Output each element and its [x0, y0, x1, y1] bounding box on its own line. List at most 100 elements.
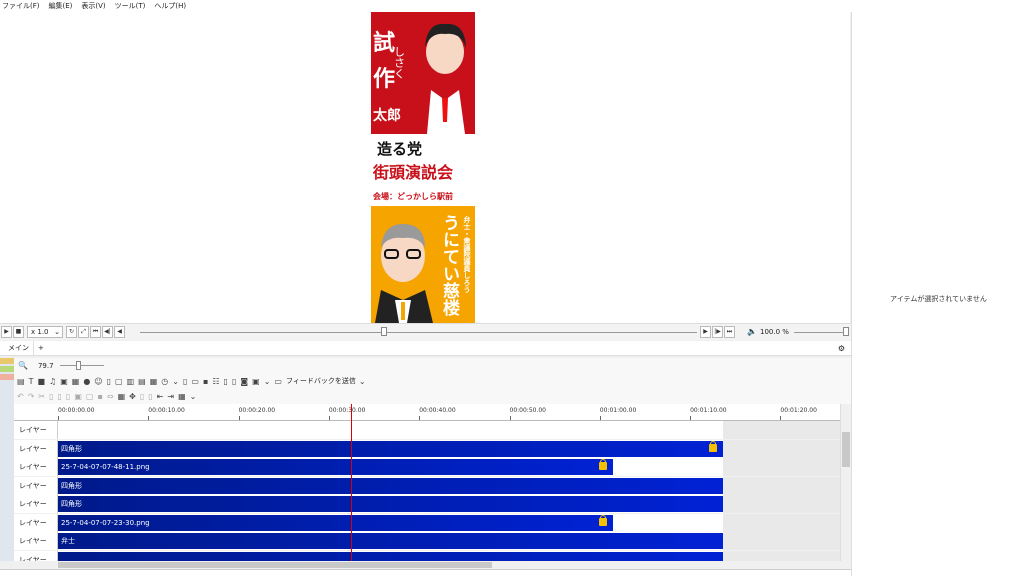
chevron-down-icon[interactable]: ⌄	[190, 392, 197, 401]
save-icon[interactable]: ▪	[203, 377, 208, 386]
paste-icon[interactable]: ▯	[232, 377, 236, 386]
layer-label[interactable]: レイヤー 03	[14, 476, 58, 508]
ruler-tick-label: 00:01:20.00	[780, 407, 817, 414]
fullscreen-icon[interactable]: ⤢	[78, 326, 89, 338]
chevron-down-icon[interactable]: ⌄	[359, 377, 366, 386]
seek-track[interactable]	[140, 332, 697, 333]
ungroup-icon[interactable]: ▢	[86, 392, 94, 401]
vertical-scroll-thumb[interactable]	[842, 432, 850, 467]
horizontal-scrollbar[interactable]	[14, 561, 840, 569]
move-icon[interactable]: ⇔	[107, 392, 114, 401]
menu-tools[interactable]: ツール(T)	[115, 1, 146, 11]
settings-sliders-icon[interactable]: ☷	[212, 377, 219, 386]
folder-icon[interactable]: ▭	[191, 377, 199, 386]
step-back-button[interactable]: ◀	[114, 326, 125, 338]
gear-icon[interactable]: ⚙	[838, 344, 845, 353]
cut-icon[interactable]: ✂	[38, 392, 45, 401]
grid-icon[interactable]: ▦	[150, 377, 158, 386]
redo-icon[interactable]: ↷	[28, 392, 35, 401]
gallery-icon[interactable]: ▥	[127, 377, 135, 386]
step-back-frame-button[interactable]: ◀|	[102, 326, 113, 338]
group-icon[interactable]: ▣	[74, 392, 82, 401]
timeline-clip[interactable]: 25-7-04-07-07-23-30.png	[58, 514, 614, 531]
add-tab-button[interactable]: +	[34, 341, 48, 356]
qr-icon[interactable]: ▦	[72, 377, 80, 386]
undo-icon[interactable]: ↶	[17, 392, 24, 401]
copy-icon[interactable]: ▯	[224, 377, 228, 386]
timeline-clip[interactable]: 四角形	[58, 440, 723, 457]
lock-icon[interactable]: ▪	[97, 392, 102, 401]
layer-label[interactable]: レイヤー 00	[14, 421, 58, 452]
playback-speed-select[interactable]: x 1.0 ⌄	[27, 326, 63, 338]
grid-view-icon[interactable]: ▦	[178, 392, 186, 401]
delete-icon[interactable]: ▯	[66, 392, 70, 401]
stop-button[interactable]: ■	[13, 326, 24, 338]
step-forward-frame-button[interactable]: |▶	[712, 326, 723, 338]
layer-label[interactable]: レイヤー 07	[14, 550, 58, 561]
skip-end-button[interactable]: ⏭	[724, 326, 735, 338]
photo-icon[interactable]: ▣	[252, 377, 260, 386]
timeline-clip[interactable]: 25-7-04-07-07-48-11.png	[58, 459, 614, 475]
trash-icon[interactable]: ▯	[140, 392, 144, 401]
chevron-down-icon[interactable]: ⌄	[264, 377, 271, 386]
layer-label[interactable]: レイヤー 05	[14, 513, 58, 545]
lock-icon[interactable]	[599, 459, 608, 470]
timeline-zoom-row: 🔍 79.7	[14, 358, 851, 373]
dropdown-arrow-icon[interactable]: ⌄	[172, 377, 179, 386]
vertical-scrollbar[interactable]	[840, 404, 851, 561]
timeline-zoom-thumb[interactable]	[75, 361, 81, 370]
timeline-clip[interactable]	[58, 551, 723, 561]
timeline-clip[interactable]: 弁士	[58, 533, 723, 549]
layout-icon[interactable]: ▤	[138, 377, 146, 386]
timeline-ruler[interactable]: 00:00:00.00 00:00:10.00 00:00:20.00 00:00:3…	[14, 404, 840, 421]
seek-thumb[interactable]	[381, 327, 387, 336]
layer-track-area[interactable]	[58, 421, 723, 439]
step-forward-button[interactable]: ▶	[700, 326, 711, 338]
video-icon[interactable]: ■	[37, 377, 45, 386]
horizontal-scroll-thumb[interactable]	[58, 562, 492, 568]
align-icon[interactable]: ✥	[129, 392, 136, 401]
face-icon[interactable]: ☺	[94, 377, 102, 386]
file-icon[interactable]: ▯	[183, 377, 187, 386]
document-icon[interactable]: ▯	[107, 377, 111, 386]
split-icon[interactable]: ▯	[148, 392, 152, 401]
lock-icon[interactable]	[599, 514, 608, 526]
tab-main[interactable]: メイン	[0, 340, 34, 356]
text-icon[interactable]: T	[29, 377, 34, 386]
person-icon[interactable]: ●	[83, 377, 90, 386]
poster-preview: 試 作 しさく 太郎 弁士 造る党 街頭演説会 会場：どっかしら駅前 うにてい慈…	[371, 12, 475, 323]
timeline-zoom-slider[interactable]	[59, 361, 104, 370]
comment-icon[interactable]: ▤	[17, 377, 25, 386]
frame-icon[interactable]: ▢	[115, 377, 123, 386]
lock-icon[interactable]	[709, 440, 717, 452]
jump-start-icon[interactable]: ⇤	[157, 392, 164, 401]
clock-icon[interactable]: ◷	[161, 377, 168, 386]
menu-view[interactable]: 表示(V)	[81, 1, 105, 11]
grid-icon[interactable]: ▦	[118, 392, 126, 401]
layer-label[interactable]: レイヤー 01	[14, 439, 58, 471]
timeline-clip[interactable]: 四角形	[58, 496, 723, 512]
preview-canvas[interactable]: 試 作 しさく 太郎 弁士 造る党 街頭演説会 会場：どっかしら駅前 うにてい慈…	[0, 12, 850, 323]
menu-edit[interactable]: 編集(E)	[49, 1, 73, 11]
loop-icon[interactable]: ↻	[66, 326, 77, 338]
menu-help[interactable]: ヘルプ(H)	[154, 1, 186, 11]
layer-label[interactable]: レイヤー 06	[14, 532, 58, 561]
zoom-slider-track[interactable]	[794, 332, 846, 333]
skip-start-button[interactable]: ⏮	[90, 326, 101, 338]
jump-end-icon[interactable]: ⇥	[167, 392, 174, 401]
playhead[interactable]	[351, 404, 352, 561]
layer-label[interactable]: レイヤー 02	[14, 458, 58, 489]
timeline-clip[interactable]: 四角形	[58, 477, 723, 494]
layer-label[interactable]: レイヤー 04	[14, 495, 58, 526]
music-icon[interactable]: ♫	[49, 377, 56, 386]
camera-icon[interactable]: ◙	[240, 377, 248, 386]
copy-icon[interactable]: ▯	[49, 392, 53, 401]
zoom-slider-thumb[interactable]	[843, 327, 849, 336]
volume-icon[interactable]: 🔈	[747, 327, 757, 336]
image-icon[interactable]: ▣	[60, 377, 68, 386]
menu-file[interactable]: ファイル(F)	[2, 1, 40, 11]
feedback-button[interactable]: フィードバックを送信	[286, 376, 356, 386]
feedback-icon[interactable]: ▭	[274, 377, 282, 386]
paste-icon[interactable]: ▯	[58, 392, 62, 401]
play-button[interactable]: ▶	[1, 326, 12, 338]
